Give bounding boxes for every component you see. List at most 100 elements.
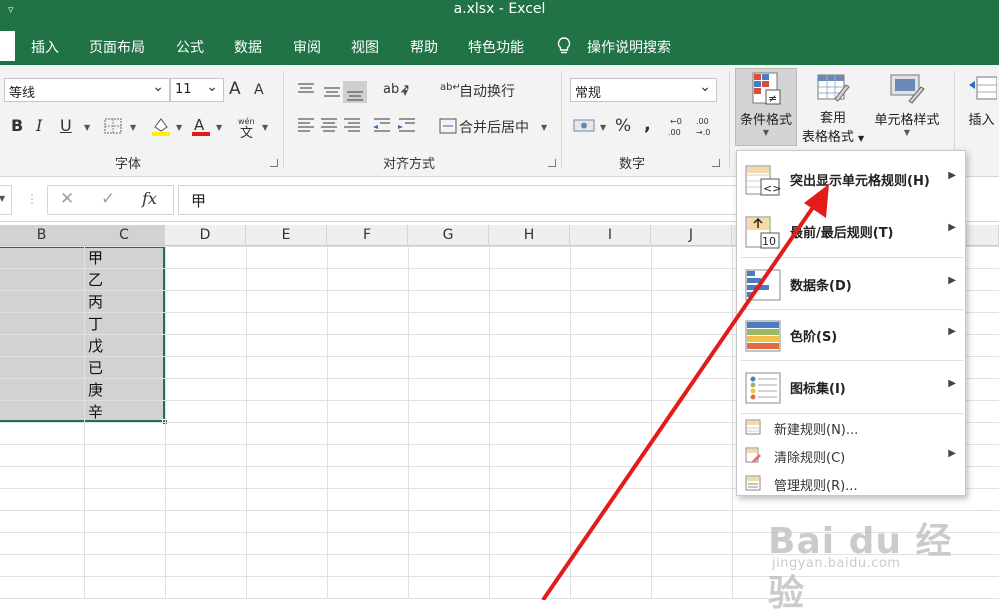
group-divider: [283, 71, 284, 169]
font-group-label: 字体: [115, 157, 142, 172]
cell-C4[interactable]: 丁: [84, 313, 164, 335]
tab-data[interactable]: 数据: [234, 37, 262, 57]
tab-review[interactable]: 审阅: [293, 37, 321, 57]
column-gridline: [732, 246, 733, 599]
tab-file-edge[interactable]: [0, 31, 15, 61]
chevron-down-icon: ⌄: [206, 79, 218, 95]
number-format-select[interactable]: 常规 ⌄: [570, 78, 717, 102]
font-color-icon[interactable]: A: [190, 115, 212, 137]
tell-me-search[interactable]: 操作说明搜索: [587, 37, 671, 57]
font-name-select[interactable]: 等线 ⌄: [4, 78, 170, 102]
merge-center-button[interactable]: 合并后居中: [459, 117, 529, 137]
cell-styles-button[interactable]: 单元格样式 ▼: [868, 69, 946, 151]
column-header-label: I: [607, 227, 613, 243]
accounting-format-icon[interactable]: [573, 118, 595, 134]
lightbulb-icon: [557, 37, 571, 54]
fill-color-dropdown-icon[interactable]: ▼: [176, 123, 182, 132]
cell-C7[interactable]: 庚: [84, 379, 164, 401]
tab-help[interactable]: 帮助: [410, 37, 438, 57]
table-format-label-1: 套用: [819, 111, 846, 126]
column-header-E[interactable]: E: [246, 225, 327, 246]
menu-icon-sets[interactable]: 图标集(I) ▶: [737, 363, 965, 413]
insert-cells-button[interactable]: 插入: [964, 69, 999, 151]
phonetic-guide-icon[interactable]: wén 文: [236, 115, 258, 139]
merge-dropdown-icon[interactable]: ▼: [541, 123, 547, 132]
column-header-I[interactable]: I: [570, 225, 651, 246]
percent-style-button[interactable]: %: [615, 116, 631, 136]
menu-item-label: 清除规则(C): [774, 451, 846, 466]
menu-highlight-cells-rules[interactable]: <> 突出显示单元格规则(H) ▶: [737, 155, 965, 205]
menu-separator: [741, 309, 963, 310]
baidu-jingyan-watermark: Bai du 经验 jingyan.baidu.com: [768, 512, 958, 614]
cell-C5[interactable]: 戊: [84, 335, 164, 357]
top-bottom-rules-icon: 10: [745, 216, 780, 249]
alignment-dialog-launcher-icon[interactable]: [548, 159, 556, 167]
wrap-text-button[interactable]: 自动换行: [459, 81, 515, 101]
grow-font-button[interactable]: A: [229, 79, 241, 99]
cancel-icon[interactable]: ✕: [60, 189, 74, 209]
cell-C6[interactable]: 已: [84, 357, 164, 379]
svg-text:→.0: →.0: [696, 128, 710, 137]
menu-separator: [741, 360, 963, 361]
column-header-C[interactable]: C: [84, 225, 165, 246]
italic-button[interactable]: I: [36, 116, 42, 135]
font-size-select[interactable]: 11 ⌄: [170, 78, 224, 102]
cell-C2[interactable]: 乙: [84, 269, 164, 291]
accounting-dropdown-icon[interactable]: ▼: [600, 123, 606, 132]
font-dialog-launcher-icon[interactable]: [270, 159, 278, 167]
column-header-D[interactable]: D: [165, 225, 246, 246]
menu-data-bars[interactable]: 数据条(D) ▶: [737, 260, 965, 310]
color-scales-icon: [745, 320, 781, 352]
column-header-B[interactable]: B: [0, 225, 84, 246]
borders-icon[interactable]: [104, 118, 122, 134]
name-box[interactable]: ▼: [0, 185, 12, 215]
menu-color-scales[interactable]: 色阶(S) ▶: [737, 311, 965, 361]
column-header-J[interactable]: J: [651, 225, 732, 246]
number-dialog-launcher-icon[interactable]: [712, 159, 720, 167]
column-gridline: [165, 246, 166, 599]
comma-style-button[interactable]: ,: [644, 114, 651, 135]
menu-new-rule[interactable]: 新建规则(N)...: [737, 413, 965, 441]
column-header-G[interactable]: G: [408, 225, 489, 246]
underline-button[interactable]: U: [60, 116, 72, 135]
formula-buttons-box: ✕ ✓ fx: [47, 185, 174, 215]
insert-function-icon[interactable]: fx: [142, 189, 157, 208]
formula-input-value: 甲: [191, 192, 207, 210]
tab-view[interactable]: 视图: [351, 37, 379, 57]
conditional-format-button[interactable]: ≠ 条件格式 ▼: [735, 68, 797, 146]
column-header-label: B: [36, 227, 47, 243]
shrink-font-button[interactable]: A: [254, 82, 264, 98]
tab-formulas[interactable]: 公式: [176, 37, 204, 57]
bold-button[interactable]: B: [11, 116, 23, 135]
enter-icon[interactable]: ✓: [101, 189, 115, 209]
menu-top-bottom-rules[interactable]: 10 最前/最后规则(T) ▶: [737, 207, 965, 257]
column-header-H[interactable]: H: [489, 225, 570, 246]
menu-item-label: 色阶(S): [790, 330, 838, 345]
format-as-table-button[interactable]: 套用 表格格式 ▼: [800, 69, 866, 151]
svg-text:≠: ≠: [768, 92, 777, 105]
menu-separator: [741, 257, 963, 258]
group-divider: [729, 71, 730, 169]
cell-C3[interactable]: 丙: [84, 291, 164, 313]
phonetic-dropdown-icon[interactable]: ▼: [262, 123, 268, 132]
borders-dropdown-icon[interactable]: ▼: [130, 123, 136, 132]
formula-input[interactable]: 甲: [178, 185, 738, 215]
orientation-dropdown-icon[interactable]: ▼: [402, 88, 408, 97]
fill-color-icon[interactable]: [150, 115, 172, 137]
row-gridline: [0, 510, 999, 511]
font-color-dropdown-icon[interactable]: ▼: [216, 123, 222, 132]
cell-C8[interactable]: 辛: [84, 401, 164, 423]
column-header-label: D: [199, 227, 211, 243]
tab-page-layout[interactable]: 页面布局: [89, 37, 145, 57]
column-header-F[interactable]: F: [327, 225, 408, 246]
tab-special-features[interactable]: 特色功能: [468, 37, 524, 57]
underline-dropdown-icon[interactable]: ▼: [84, 123, 90, 132]
window-title: a.xlsx - Excel: [453, 1, 546, 17]
menu-manage-rules[interactable]: 管理规则(R)...: [737, 469, 965, 497]
tab-insert[interactable]: 插入: [31, 37, 59, 57]
decimal-buttons-icon[interactable]: ←0 .00 .00 →.0: [668, 115, 718, 139]
menu-clear-rules[interactable]: 清除规则(C) ▶: [737, 441, 965, 469]
merge-center-icon: [439, 118, 457, 134]
chevron-right-icon: ▶: [948, 170, 956, 181]
cell-C1[interactable]: 甲: [84, 247, 164, 269]
